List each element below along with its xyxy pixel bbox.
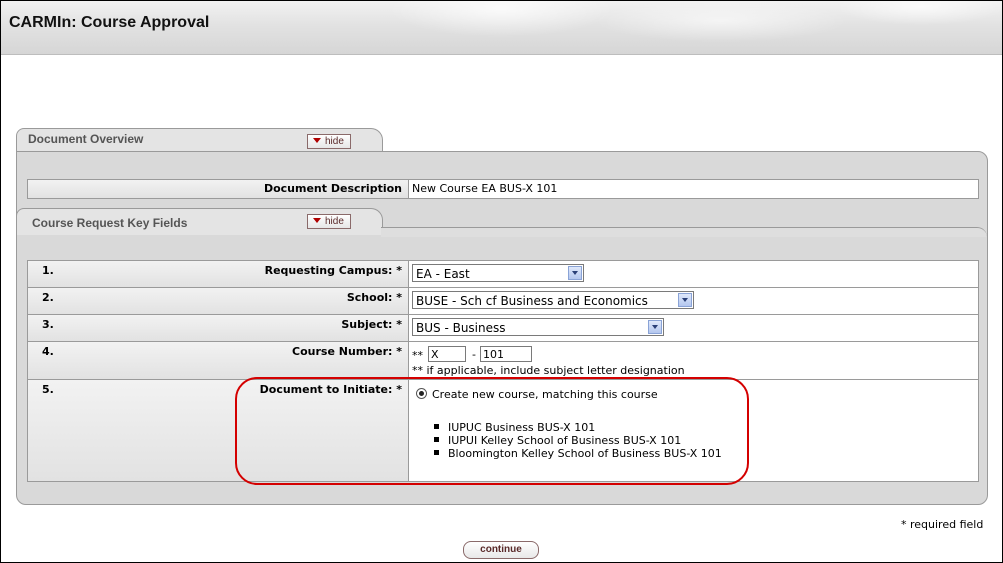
school-select[interactable]: BUSE - Sch cf Business and Economics (412, 291, 694, 309)
triangle-down-icon (313, 138, 321, 143)
key-fields-panel-edge (381, 227, 987, 237)
course-number-dash: - (472, 348, 476, 361)
key-fields-title: Course Request Key Fields (32, 216, 188, 230)
chevron-down-icon[interactable] (678, 293, 692, 307)
requesting-campus-row: 1. Requesting Campus: * EA - East (27, 260, 979, 288)
list-item: Bloomington Kelley School of Business BU… (434, 447, 722, 460)
course-number-hint: ** if applicable, include subject letter… (412, 364, 685, 377)
app-header: CARMIn: Course Approval (1, 1, 1002, 55)
row-number: 5. (42, 383, 54, 396)
document-description-row: Document Description New Course EA BUS-X… (27, 179, 979, 199)
document-overview-title: Document Overview (28, 132, 144, 146)
hide-label: hide (325, 216, 344, 227)
school-label: School: * (346, 291, 402, 304)
document-to-initiate-label: Document to Initiate: * (259, 383, 402, 396)
required-field-note: * required field (901, 518, 984, 531)
requesting-campus-select[interactable]: EA - East (412, 264, 584, 282)
hide-label: hide (325, 136, 344, 147)
row-number: 1. (42, 264, 54, 277)
school-row: 2. School: * BUSE - Sch cf Business and … (27, 287, 979, 315)
document-description-label: Document Description (263, 182, 402, 195)
row-number: 4. (42, 345, 54, 358)
list-item: IUPUI Kelley School of Business BUS-X 10… (434, 434, 722, 447)
chevron-down-icon[interactable] (568, 266, 582, 280)
document-overview-hide-button[interactable]: hide (307, 134, 351, 149)
requesting-campus-value: EA - East (416, 267, 470, 281)
course-number-row: 4. Course Number: * ** X - 101 ** if app… (27, 341, 979, 380)
subject-select[interactable]: BUS - Business (412, 318, 664, 336)
list-item: IUPUC Business BUS-X 101 (434, 421, 722, 434)
create-new-course-label: Create new course, matching this course (432, 388, 658, 401)
course-number-prefix: ** (412, 349, 423, 362)
row-number: 2. (42, 291, 54, 304)
key-fields-hide-button[interactable]: hide (307, 214, 351, 229)
school-value: BUSE - Sch cf Business and Economics (416, 294, 648, 308)
row-label-cell: 2. School: * (28, 288, 409, 314)
app-window: CARMIn: Course Approval Document Overvie… (0, 0, 1003, 563)
course-number-label: Course Number: * (292, 345, 402, 358)
triangle-down-icon (313, 218, 321, 223)
document-to-initiate-row: 5. Document to Initiate: * Create new co… (27, 379, 979, 482)
subject-value: BUS - Business (416, 321, 506, 335)
row-label-cell: 1. Requesting Campus: * (28, 261, 409, 287)
matching-course-list: IUPUC Business BUS-X 101 IUPUI Kelley Sc… (434, 421, 722, 460)
row-label-cell: 3. Subject: * (28, 315, 409, 341)
document-description-field[interactable]: New Course EA BUS-X 101 (412, 182, 557, 195)
header-decoration (381, 1, 1002, 54)
row-label-cell: 4. Course Number: * (28, 342, 409, 379)
continue-button[interactable]: continue (463, 541, 539, 559)
subject-letter-input[interactable]: X (428, 346, 466, 362)
chevron-down-icon[interactable] (648, 320, 662, 334)
requesting-campus-label: Requesting Campus: * (264, 264, 402, 277)
course-number-input[interactable]: 101 (480, 346, 532, 362)
document-description-label-cell: Document Description (28, 180, 409, 198)
create-new-course-radio[interactable] (416, 388, 427, 399)
subject-row: 3. Subject: * BUS - Business (27, 314, 979, 342)
row-label-cell: 5. Document to Initiate: * (28, 380, 409, 481)
page-title: CARMIn: Course Approval (9, 14, 210, 31)
row-number: 3. (42, 318, 54, 331)
subject-label: Subject: * (341, 318, 402, 331)
